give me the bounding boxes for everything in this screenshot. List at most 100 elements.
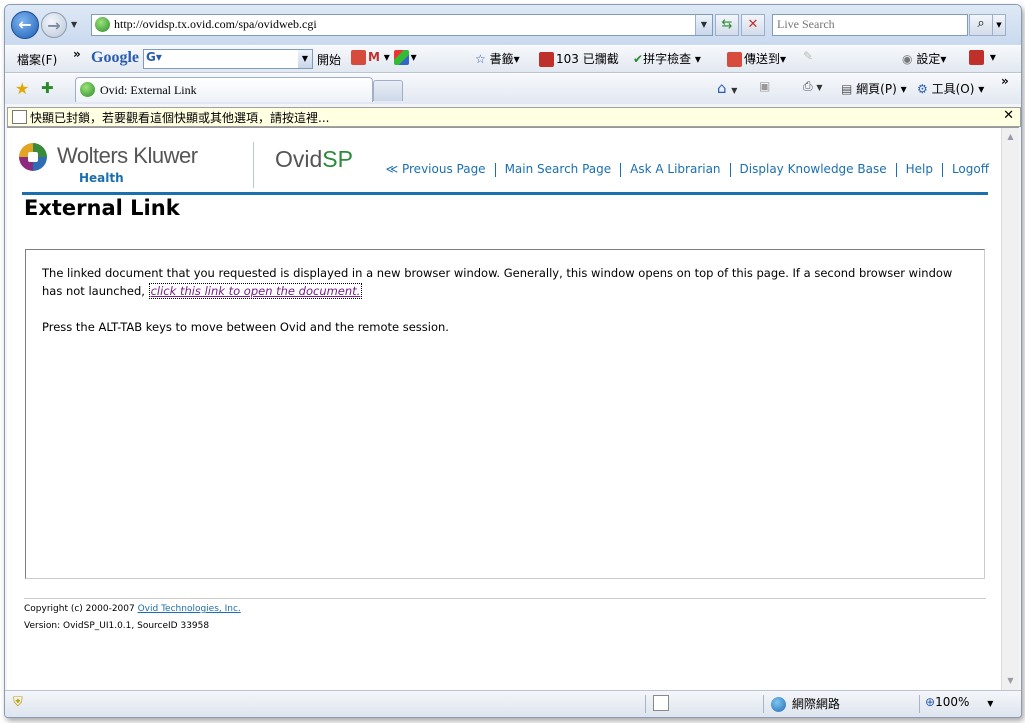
vertical-scrollbar[interactable]: ▲ ▼ — [1001, 128, 1019, 690]
google-dropdown-icon[interactable]: ▼ — [298, 50, 312, 68]
news-icon[interactable] — [351, 50, 366, 65]
google-tools-icons[interactable]: M ▾ ▾ — [351, 50, 417, 65]
open-document-link[interactable]: click this link to open the document. — [148, 283, 363, 299]
bookmarks-menu[interactable]: ☆ 書籤▾ — [475, 50, 520, 67]
external-link-panel: The linked document that you requested i… — [25, 249, 985, 579]
internet-globe-icon — [771, 697, 786, 712]
zoom-control[interactable]: ⊕100% ▼ — [925, 695, 993, 709]
refresh-button[interactable]: ⇆ — [715, 14, 739, 36]
previous-page-link[interactable]: ≪ Previous Page — [386, 162, 486, 176]
tab-globe-icon — [80, 82, 95, 97]
browser-window: ← → ▼ http://ovidsp.tx.ovid.com/spa/ovid… — [4, 4, 1022, 718]
forward-button[interactable]: → — [41, 12, 67, 38]
settings-button[interactable]: ◉ 設定▾ — [902, 50, 946, 67]
ovidsp-logo-sp: SP — [322, 146, 353, 172]
alt-tab-hint: Press the ALT-TAB keys to move between O… — [42, 320, 449, 334]
wolters-kluwer-mark-icon — [19, 143, 47, 171]
translate-glyph-icon — [969, 50, 984, 65]
nav-divider — [729, 162, 731, 177]
status-divider — [919, 695, 920, 713]
scroll-down-icon[interactable]: ▼ — [1003, 673, 1018, 689]
tab-ovid-external-link[interactable]: Ovid: External Link — [75, 77, 373, 102]
ovid-technologies-link[interactable]: Ovid Technologies, Inc. — [138, 604, 241, 614]
footer-rule — [24, 598, 986, 599]
home-icon[interactable]: ⌂ ▼ — [717, 79, 737, 97]
status-bar: ⛨ 網際網路 ⊕100% ▼ — [5, 690, 1021, 717]
zoom-dropdown-icon[interactable]: ▼ — [987, 699, 993, 708]
zoom-icon: ⊕ — [925, 695, 936, 709]
favorites-star-icon[interactable]: ★ — [15, 79, 29, 98]
blocked-icon — [539, 52, 554, 67]
settings-label: 設定▾ — [916, 52, 947, 66]
logo-health-text: Health — [79, 171, 124, 185]
wolters-kluwer-logo: Wolters Kluwer Health — [19, 142, 234, 192]
help-link[interactable]: Help — [906, 162, 933, 176]
address-url[interactable]: http://ovidsp.tx.ovid.com/spa/ovidweb.cg… — [114, 17, 317, 32]
main-search-page-link[interactable]: Main Search Page — [505, 162, 612, 176]
address-bar-row: ← → ▼ http://ovidsp.tx.ovid.com/spa/ovid… — [5, 5, 1021, 45]
zoom-label: 100% — [935, 695, 970, 709]
page-menu-label: 網頁(P) — [856, 82, 897, 96]
print-icon[interactable]: ⎙ ▼ — [803, 79, 823, 94]
logoff-link[interactable]: Logoff — [952, 162, 989, 176]
add-favorites-icon[interactable]: ✚ — [41, 79, 54, 97]
tools-menu[interactable]: ⚙ 工具(O) ▾ — [917, 80, 984, 97]
popup-status-icon[interactable] — [653, 695, 669, 711]
popup-blocked-infobar[interactable]: 快顯已封鎖，若要觀看這個快顯或其他選項，請按這裡... ✕ — [7, 107, 1021, 127]
ovidsp-logo: OvidSP — [275, 146, 353, 173]
logo-brand-text: Wolters Kluwer — [57, 143, 198, 168]
ovidsp-logo-ovid: Ovid — [275, 146, 323, 172]
history-dropdown-icon[interactable]: ▼ — [71, 20, 77, 29]
security-shield-icon[interactable]: ⛨ — [13, 695, 23, 710]
spellcheck-button[interactable]: ✔拼字檢查 ▾ — [633, 50, 701, 67]
infobar-text: 快顯已封鎖，若要觀看這個快顯或其他選項，請按這裡... — [30, 111, 330, 125]
instruction-paragraph: The linked document that you requested i… — [42, 264, 968, 300]
address-field[interactable]: http://ovidsp.tx.ovid.com/spa/ovidweb.cg… — [91, 14, 713, 36]
translate-icon[interactable]: ▾ — [969, 50, 996, 65]
spellcheck-label: 拼字檢查 — [643, 52, 692, 66]
gmail-icon[interactable]: M — [368, 50, 380, 64]
scroll-up-icon[interactable]: ▲ — [1003, 129, 1018, 145]
page-menu[interactable]: ▤ 網頁(P) ▾ — [841, 80, 907, 97]
tools-gear-icon: ⚙ — [917, 82, 928, 96]
top-navigation: ≪ Previous Page Main Search Page Ask A Lib… — [386, 162, 989, 177]
nav-divider — [494, 162, 496, 177]
infobar-close-icon[interactable]: ✕ — [1003, 108, 1014, 123]
search-box[interactable] — [772, 14, 968, 36]
apps-icon[interactable] — [393, 50, 409, 65]
address-dropdown-icon[interactable]: ▼ — [695, 15, 712, 35]
search-icon[interactable]: ⌕ — [969, 14, 993, 36]
google-logo: Google — [91, 49, 139, 66]
page-icon: ▤ — [841, 82, 853, 96]
site-globe-icon — [95, 17, 110, 32]
highlight-icon[interactable]: ✎ — [803, 49, 813, 63]
version-info: Version: OvidSP_UI1.0.1, SourceID 33958 — [24, 621, 210, 631]
status-divider — [763, 695, 764, 713]
new-tab-button[interactable] — [373, 80, 403, 101]
star-icon: ☆ — [475, 52, 486, 66]
file-menu[interactable]: 檔案(F) — [17, 51, 57, 68]
stop-button[interactable]: ✕ — [741, 14, 765, 36]
nav-divider — [941, 162, 943, 177]
start-menu[interactable]: 開始 — [317, 51, 341, 68]
toolbar-chevron[interactable]: » — [73, 47, 81, 61]
page-viewport: Wolters Kluwer Health OvidSP ≪ Previous … — [7, 127, 1019, 690]
feeds-icon[interactable]: ▣ — [759, 79, 770, 93]
popup-blocker[interactable]: 103 已攔截 — [539, 50, 619, 67]
nav-divider — [620, 162, 622, 177]
command-chevron-icon[interactable]: » — [1001, 74, 1009, 88]
internet-zone[interactable]: 網際網路 — [771, 695, 840, 712]
back-button[interactable]: ← — [11, 11, 39, 39]
sendto-label: 傳送到▾ — [744, 52, 787, 66]
google-search-field[interactable]: G▾ ▼ — [143, 49, 313, 69]
ask-a-librarian-link[interactable]: Ask A Librarian — [630, 162, 720, 176]
bookmarks-label: 書籤▾ — [489, 52, 520, 66]
display-knowledge-base-link[interactable]: Display Knowledge Base — [740, 162, 887, 176]
nav-divider — [895, 162, 897, 177]
sendto-button[interactable]: 傳送到▾ — [727, 50, 786, 67]
search-options-dropdown-icon[interactable]: ▼ — [992, 14, 1006, 36]
search-input[interactable] — [773, 15, 966, 34]
send-icon — [727, 52, 742, 67]
settings-gear-icon: ◉ — [902, 52, 913, 66]
status-divider — [645, 695, 646, 713]
